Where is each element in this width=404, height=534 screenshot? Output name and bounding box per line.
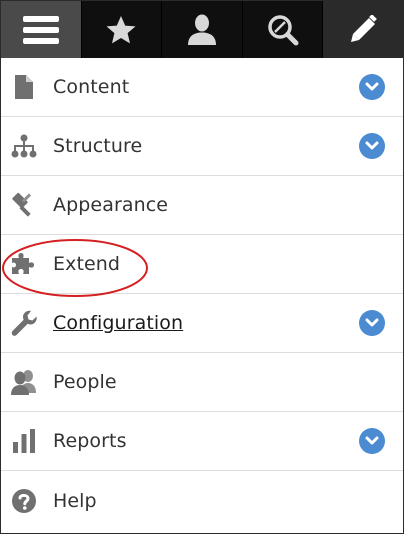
menu-item-help[interactable]: Help bbox=[1, 471, 403, 530]
search-icon bbox=[267, 14, 299, 45]
menu-item-label: Content bbox=[53, 76, 130, 98]
user-icon bbox=[187, 14, 216, 45]
menu-item-appearance[interactable]: Appearance bbox=[1, 176, 403, 235]
question-circle-icon bbox=[9, 486, 39, 516]
toolbar-shortcuts-button[interactable] bbox=[82, 1, 163, 58]
expand-chevron-down-icon[interactable] bbox=[359, 428, 385, 454]
menu-item-label: Configuration bbox=[53, 312, 184, 334]
menu-item-extend[interactable]: Extend bbox=[1, 235, 403, 294]
paint-roller-icon bbox=[9, 190, 39, 220]
menu-item-label: Help bbox=[53, 489, 97, 512]
menu-item-label: Extend bbox=[53, 253, 121, 275]
menu-item-content[interactable]: Content bbox=[1, 58, 403, 117]
puzzle-piece-icon bbox=[9, 249, 39, 279]
people-icon bbox=[9, 367, 39, 397]
toolbar-manage-button[interactable] bbox=[1, 1, 82, 58]
menu-item-label: Structure bbox=[53, 135, 143, 157]
toolbar-edit-button[interactable] bbox=[323, 1, 403, 58]
menu-item-people[interactable]: People bbox=[1, 353, 403, 412]
menu-item-configuration[interactable]: Configuration bbox=[1, 294, 403, 353]
pencil-icon bbox=[351, 14, 378, 42]
hierarchy-icon bbox=[9, 131, 39, 161]
expand-chevron-down-icon[interactable] bbox=[359, 133, 385, 159]
menu-item-label: People bbox=[53, 371, 117, 393]
admin-menu-panel: Content Structure Appearance Extend Conf… bbox=[0, 0, 404, 534]
hamburger-menu-icon bbox=[22, 15, 59, 44]
expand-chevron-down-icon[interactable] bbox=[359, 74, 385, 100]
bar-chart-icon bbox=[9, 426, 39, 456]
expand-chevron-down-icon[interactable] bbox=[359, 310, 385, 336]
admin-menu-list: Content Structure Appearance Extend Conf… bbox=[1, 58, 403, 530]
toolbar-user-button[interactable] bbox=[162, 1, 243, 58]
toolbar-search-button[interactable] bbox=[243, 1, 324, 58]
menu-item-structure[interactable]: Structure bbox=[1, 117, 403, 176]
star-icon bbox=[106, 15, 136, 43]
wrench-icon bbox=[9, 308, 39, 338]
menu-item-reports[interactable]: Reports bbox=[1, 412, 403, 471]
menu-item-label: Appearance bbox=[53, 194, 169, 216]
admin-toolbar bbox=[1, 1, 403, 58]
menu-item-label: Reports bbox=[53, 430, 127, 452]
file-icon bbox=[9, 72, 39, 102]
